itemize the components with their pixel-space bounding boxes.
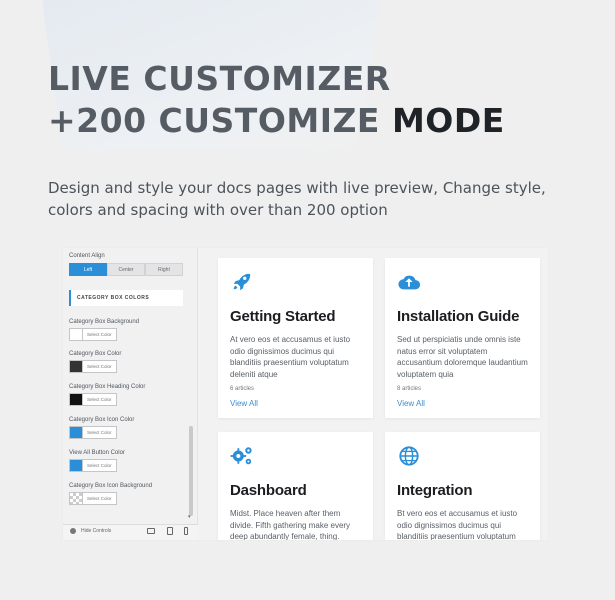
color-picker[interactable]: Select Color — [69, 492, 117, 506]
card-title[interactable]: Dashboard — [230, 482, 307, 499]
setting-label: View All Button Color — [69, 450, 125, 456]
select-color-button[interactable]: Select Color — [83, 360, 117, 373]
desktop-preview-icon[interactable] — [147, 528, 155, 534]
hide-controls-button[interactable]: Hide Controls — [81, 528, 111, 534]
color-swatch[interactable] — [69, 426, 83, 439]
setting-label: Category Box Heading Color — [69, 384, 146, 390]
tablet-preview-icon[interactable] — [167, 527, 173, 535]
align-center-button[interactable]: Center — [107, 263, 145, 276]
select-color-button[interactable]: Select Color — [83, 328, 117, 341]
category-card[interactable]: Integration Bt vero eos et accusamus et … — [385, 432, 540, 540]
select-color-button[interactable]: Select Color — [83, 492, 117, 505]
card-title[interactable]: Getting Started — [230, 308, 336, 325]
color-picker[interactable]: Select Color — [69, 426, 117, 440]
card-description: Bt vero eos et accusamus et iusto odio d… — [397, 509, 518, 540]
card-title[interactable]: Installation Guide — [397, 308, 519, 325]
color-swatch[interactable] — [69, 328, 83, 341]
align-left-button[interactable]: Left — [69, 263, 107, 276]
setting-label: Category Box Background — [69, 319, 140, 325]
view-all-link[interactable]: View All — [230, 399, 258, 408]
cloud-upload-icon — [398, 275, 421, 290]
preview-content: Getting Started At vero eos et accusamus… — [198, 248, 548, 540]
customizer-preview: Content Align Left Center Right CATEGORY… — [63, 248, 548, 540]
align-right-button[interactable]: Right — [145, 263, 183, 276]
mobile-preview-icon[interactable] — [184, 527, 188, 535]
panel-scrollbar[interactable] — [189, 426, 193, 516]
card-description: Sed ut perspiciatis unde omnis iste natu… — [397, 335, 528, 379]
gears-icon — [230, 447, 252, 465]
article-count: 6 articles — [230, 386, 255, 392]
color-picker[interactable]: Select Color — [69, 360, 117, 374]
globe-icon — [399, 446, 419, 466]
panel-footer: Hide Controls — [63, 524, 198, 540]
customizer-panel: Content Align Left Center Right CATEGORY… — [63, 248, 198, 540]
scroll-down-icon[interactable]: ▾ — [188, 514, 191, 520]
color-swatch[interactable] — [69, 360, 83, 373]
card-title[interactable]: Integration — [397, 482, 473, 499]
category-card[interactable]: Dashboard Midst. Place heaven after them… — [218, 432, 373, 540]
select-color-button[interactable]: Select Color — [83, 459, 117, 472]
color-swatch[interactable] — [69, 393, 83, 406]
select-color-button[interactable]: Select Color — [83, 426, 117, 439]
setting-label: Category Box Icon Color — [69, 417, 135, 423]
category-card[interactable]: Installation Guide Sed ut perspiciatis u… — [385, 258, 540, 418]
content-align-group: Left Center Right — [69, 263, 183, 276]
hero-subtitle: Design and style your docs pages with li… — [48, 179, 546, 219]
hero-title: LIVE CUSTOMIZER +200 CUSTOMIZE MODE — [48, 58, 505, 142]
view-all-link[interactable]: View All — [397, 399, 425, 408]
content-align-label: Content Align — [69, 253, 105, 259]
rocket-icon — [233, 273, 251, 291]
hero-title-mode: MODE — [391, 101, 505, 140]
color-picker[interactable]: Select Color — [69, 459, 117, 473]
hide-controls-icon[interactable] — [70, 528, 76, 534]
setting-label: Category Box Color — [69, 351, 122, 357]
color-swatch[interactable] — [69, 492, 83, 505]
color-swatch[interactable] — [69, 459, 83, 472]
setting-label: Category Box Icon Background — [69, 483, 153, 489]
category-card[interactable]: Getting Started At vero eos et accusamus… — [218, 258, 373, 418]
color-picker[interactable]: Select Color — [69, 393, 117, 407]
select-color-button[interactable]: Select Color — [83, 393, 117, 406]
hero-heading: LIVE CUSTOMIZER +200 CUSTOMIZE MODE — [48, 58, 505, 142]
color-picker[interactable]: Select Color — [69, 328, 117, 342]
card-description: Midst. Place heaven after them divide. F… — [230, 509, 351, 540]
hero-title-line2: +200 CUSTOMIZE — [48, 101, 380, 140]
card-description: At vero eos et accusamus et iusto odio d… — [230, 335, 351, 379]
article-count: 8 articles — [397, 386, 422, 392]
section-category-box-colors[interactable]: CATEGORY BOX COLORS — [69, 290, 183, 306]
hero-title-line1: LIVE CUSTOMIZER — [48, 59, 391, 98]
